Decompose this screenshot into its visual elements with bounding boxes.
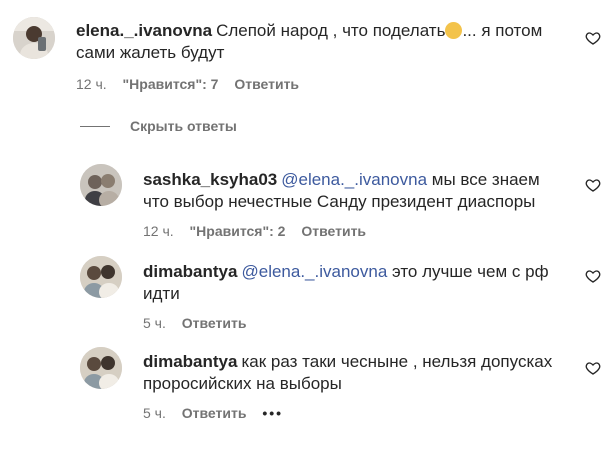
comment-likes[interactable]: "Нравится": 7 [123,76,219,92]
reply-button[interactable]: Ответить [234,76,299,92]
comment-meta: 12 ч. "Нравится": 7 Ответить [76,76,311,92]
comment-username[interactable]: elena._.ivanovna [76,21,212,40]
reply-button[interactable]: Ответить [182,315,247,331]
hide-replies-label: Скрыть ответы [130,118,237,134]
comment-time[interactable]: 12 ч. [76,76,107,92]
comment-body: Слепой народ , что поделать [216,21,446,40]
like-heart-icon[interactable] [585,268,601,284]
reply-mention[interactable]: @elena._.ivanovna [281,170,427,189]
reply-meta: 5 ч. Ответить ••• [143,405,295,421]
reply-mention[interactable]: @elena._.ivanovna [241,262,387,281]
reply-likes[interactable]: "Нравится": 2 [190,223,286,239]
comment-text: elena._.ivanovna Слепой народ , что подел… [76,20,556,64]
avatar-photo-icon [13,17,55,59]
disappointed-face-icon [445,22,463,39]
reply-meta: 5 ч. Ответить [143,315,258,331]
avatar-photo-icon [80,256,122,298]
reply-text: sashka_ksyha03 @elena._.ivanovna мы все з… [143,169,563,213]
reply-text: dimabantya @elena._.ivanovna это лучше че… [143,261,563,305]
avatar[interactable] [13,17,55,59]
avatar[interactable] [80,256,122,298]
reply-username[interactable]: dimabantya [143,352,237,371]
reply-username[interactable]: dimabantya [143,262,237,281]
reply-meta: 12 ч. "Нравится": 2 Ответить [143,223,378,239]
reply-text: dimabantya как раз таки чесныне , нельзя … [143,351,563,395]
hide-replies-button[interactable]: Скрыть ответы [80,118,237,134]
reply-username[interactable]: sashka_ksyha03 [143,170,277,189]
reply-time[interactable]: 5 ч. [143,405,166,421]
reply-time[interactable]: 5 ч. [143,315,166,331]
more-options-icon[interactable]: ••• [262,405,283,421]
avatar[interactable] [80,347,122,389]
divider-line [80,125,110,127]
reply-time[interactable]: 12 ч. [143,223,174,239]
reply-button[interactable]: Ответить [301,223,366,239]
reply-button[interactable]: Ответить [182,405,247,421]
like-heart-icon[interactable] [585,177,601,193]
like-heart-icon[interactable] [585,360,601,376]
like-heart-icon[interactable] [585,30,601,46]
avatar[interactable] [80,164,122,206]
avatar-photo-icon [80,347,122,389]
avatar-photo-icon [80,164,122,206]
